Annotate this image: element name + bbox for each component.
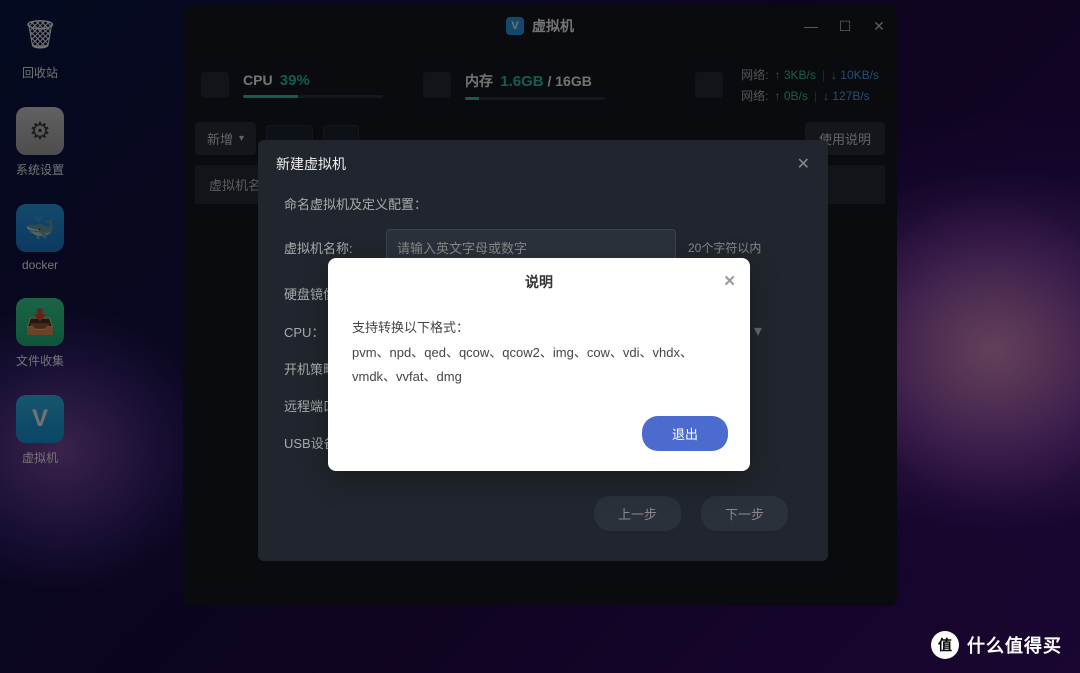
info-line: 支持转换以下格式： bbox=[352, 316, 726, 341]
exit-button[interactable]: 退出 bbox=[642, 416, 728, 451]
watermark: 值 什么值得买 bbox=[931, 631, 1062, 659]
info-dialog-title: 说明 bbox=[525, 274, 553, 290]
vm-name-hint: 20个字符以内 bbox=[688, 239, 761, 256]
dialog-title: 新建虚拟机 bbox=[276, 154, 346, 174]
watermark-text: 什么值得买 bbox=[967, 632, 1062, 658]
next-step-button[interactable]: 下一步 bbox=[701, 496, 788, 531]
dialog-subtitle: 命名虚拟机及定义配置： bbox=[284, 194, 802, 213]
chevron-down-icon[interactable]: ▾ bbox=[754, 321, 762, 341]
info-dialog: 说明 ✕ 支持转换以下格式： pvm、npd、qed、qcow、qcow2、im… bbox=[328, 258, 750, 471]
vm-name-label: 虚拟机名称: bbox=[284, 238, 374, 257]
info-formats: pvm、npd、qed、qcow、qcow2、img、cow、vdi、vhdx、… bbox=[352, 341, 726, 390]
close-icon[interactable]: ✕ bbox=[723, 272, 736, 290]
close-icon[interactable]: ✕ bbox=[797, 154, 810, 174]
watermark-badge-icon: 值 bbox=[931, 631, 959, 659]
prev-step-button[interactable]: 上一步 bbox=[594, 496, 681, 531]
